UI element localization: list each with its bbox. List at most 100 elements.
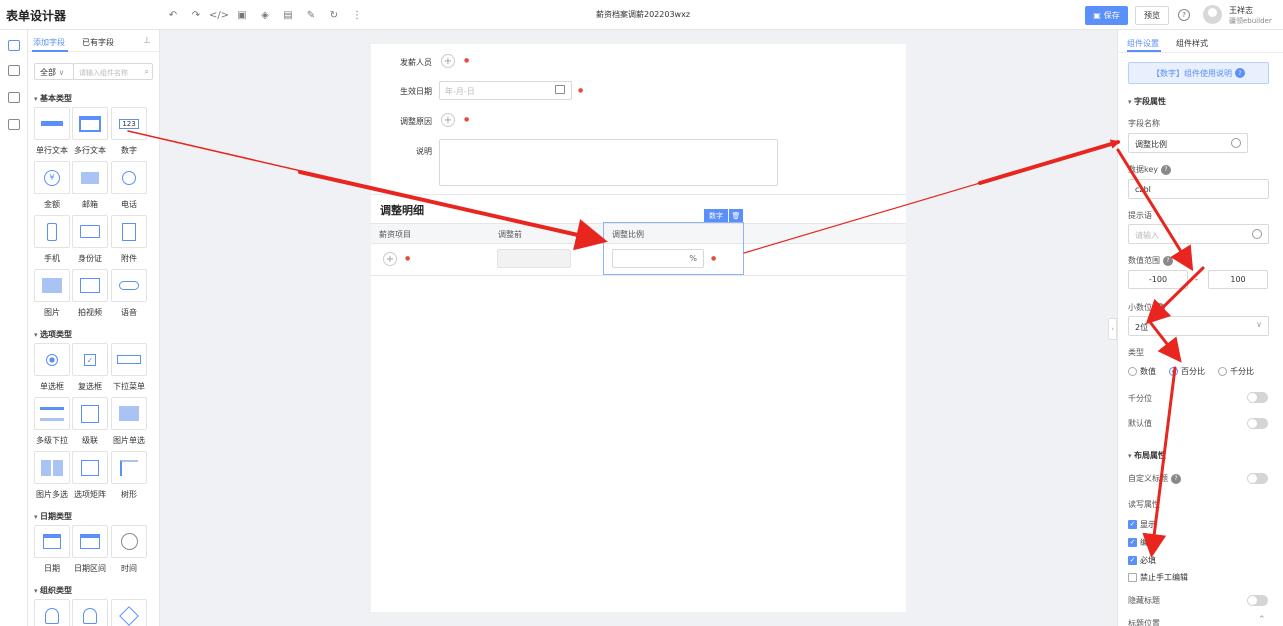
add-reason-button[interactable]: + (441, 113, 455, 127)
type-option-value[interactable]: 数值 (1128, 366, 1156, 377)
image-icon[interactable]: ▣ (235, 8, 249, 22)
layers-icon[interactable]: ◈ (258, 8, 272, 22)
edit-icon[interactable]: ✎ (304, 8, 318, 22)
template-icon[interactable] (8, 119, 20, 130)
col-salary-item[interactable]: 薪资项目 (379, 229, 411, 240)
range-max-input[interactable]: 100 (1208, 270, 1268, 289)
section-layout-props[interactable]: 布局属性 (1128, 450, 1166, 461)
field-image-multi[interactable]: 图片多选 (34, 451, 70, 500)
field-mobile[interactable]: 手机 (34, 215, 70, 264)
rw-edit-checkbox[interactable]: ✓ 编辑 (1128, 537, 1156, 548)
cascade-icon (81, 404, 99, 423)
translate-icon[interactable] (1231, 138, 1241, 148)
avatar[interactable] (1203, 5, 1222, 24)
field-org-multi-person[interactable] (72, 599, 108, 626)
user-org: 疆领ebuilder (1229, 17, 1272, 25)
calendar-icon (555, 85, 565, 94)
note-textarea[interactable] (439, 139, 778, 186)
layout-icon[interactable] (8, 65, 20, 76)
save-button[interactable]: ▣ 保存 (1085, 6, 1128, 25)
effective-date-input[interactable]: 年-月-日 (439, 81, 572, 100)
component-search-input[interactable]: 请输入组件名称 ⌕ (73, 63, 153, 80)
field-multi-text[interactable]: 多行文本 (72, 107, 108, 156)
range-min-input[interactable]: -100 (1128, 270, 1188, 289)
trash-icon[interactable]: 🗑 (729, 209, 743, 222)
section-options[interactable]: 选项类型 (34, 329, 72, 340)
required-mark: ● (464, 57, 470, 64)
department-icon (119, 605, 139, 626)
code-icon[interactable]: </> (209, 8, 229, 22)
history-icon[interactable]: ↻ (327, 8, 341, 22)
form-fields-icon[interactable] (8, 40, 20, 51)
field-voice[interactable]: 语音 (111, 269, 147, 318)
chart-icon[interactable] (8, 92, 20, 103)
default-value-label: 默认值 (1128, 419, 1152, 428)
data-key-input[interactable]: czbl (1128, 179, 1269, 199)
phone-icon (122, 170, 136, 185)
translate-icon[interactable] (1252, 229, 1262, 239)
field-dropdown[interactable]: 下拉菜单 (111, 343, 147, 392)
col-before[interactable]: 调整前 (498, 229, 522, 240)
tab-component-style[interactable]: 组件样式 (1176, 38, 1208, 49)
field-date[interactable]: 日期 (34, 525, 70, 574)
field-amount[interactable]: ¥ 金额 (34, 161, 70, 210)
field-multi-dropdown[interactable]: 多级下拉 (34, 397, 70, 446)
rw-required-checkbox[interactable]: ✓ 必填 (1128, 555, 1156, 566)
help-icon[interactable]: ? (1178, 9, 1190, 21)
section-org[interactable]: 组织类型 (34, 585, 72, 596)
section-basic[interactable]: 基本类型 (34, 93, 72, 104)
hint-input[interactable]: 请输入 (1128, 224, 1269, 244)
chevron-up-icon[interactable]: ⌃ (1258, 615, 1266, 625)
field-org-person[interactable] (34, 599, 70, 626)
field-cascade[interactable]: 级联 (72, 397, 108, 446)
tree-icon (120, 459, 138, 476)
decimal-select[interactable]: 2位 ∨ (1128, 316, 1269, 336)
field-radio[interactable]: 单选框 (34, 343, 70, 392)
tab-add-field[interactable]: 添加字段 (33, 37, 65, 48)
field-email[interactable]: 邮箱 (72, 161, 108, 210)
user-name: 王祥志 (1229, 6, 1253, 15)
field-checkbox[interactable]: ✓ 复选框 (72, 343, 108, 392)
ratio-input[interactable]: % (612, 249, 704, 268)
rw-show-checkbox[interactable]: ✓ 显示 (1128, 519, 1156, 530)
field-video[interactable]: 拍视频 (72, 269, 108, 318)
redo-icon[interactable]: ↷ (189, 8, 203, 22)
field-phone[interactable]: 电话 (111, 161, 147, 210)
field-image-radio[interactable]: 图片单选 (111, 397, 147, 446)
add-salary-item-button[interactable]: + (383, 252, 397, 266)
section-field-props[interactable]: 字段属性 (1128, 96, 1166, 107)
field-date-range[interactable]: 日期区间 (72, 525, 108, 574)
default-value-toggle[interactable] (1247, 418, 1268, 429)
tab-existing-fields[interactable]: 已有字段 (82, 37, 114, 48)
save-draft-icon[interactable]: ▤ (281, 8, 295, 22)
type-option-permille[interactable]: 千分比 (1218, 366, 1254, 377)
tab-component-settings[interactable]: 组件设置 (1127, 38, 1159, 49)
before-value-input[interactable] (497, 249, 571, 268)
pin-icon[interactable]: ⊥ (143, 36, 151, 46)
type-option-percent[interactable]: 百分比 (1169, 366, 1205, 377)
custom-title-toggle[interactable] (1247, 473, 1268, 484)
thousands-toggle[interactable] (1247, 392, 1268, 403)
section-date[interactable]: 日期类型 (34, 511, 72, 522)
field-org-dept[interactable] (111, 599, 147, 626)
field-option-matrix[interactable]: 选项矩阵 (72, 451, 108, 500)
more-icon[interactable]: ⋮ (350, 8, 364, 22)
radio-icon (46, 353, 58, 366)
collapse-panel-handle[interactable]: › (1108, 318, 1117, 340)
field-number[interactable]: 123 数字 (111, 107, 147, 156)
field-time[interactable]: 时间 (111, 525, 147, 574)
question-icon: ? (1161, 164, 1172, 175)
field-single-text[interactable]: 单行文本 (34, 107, 70, 156)
add-payee-button[interactable]: + (441, 54, 455, 68)
field-id-card[interactable]: 身份证 (72, 215, 108, 264)
field-name-input[interactable]: 调整比例 (1128, 133, 1248, 153)
rw-disable-manual-checkbox[interactable]: 禁止手工编辑 (1128, 572, 1188, 583)
field-attachment[interactable]: 附件 (111, 215, 147, 264)
hide-title-toggle[interactable] (1247, 595, 1268, 606)
undo-icon[interactable]: ↶ (166, 8, 180, 22)
usage-guide-banner[interactable]: 【数字】组件使用说明? (1128, 62, 1269, 84)
field-image[interactable]: 图片 (34, 269, 70, 318)
preview-button[interactable]: 预览 (1135, 6, 1169, 25)
category-select[interactable]: 全部 ∨ (34, 63, 74, 80)
field-tree[interactable]: 树形 (111, 451, 147, 500)
